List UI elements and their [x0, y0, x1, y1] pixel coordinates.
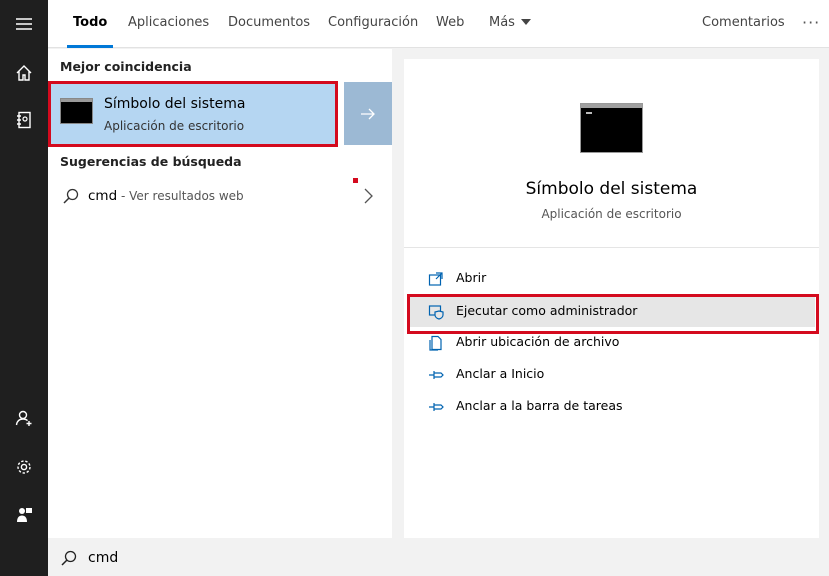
preview-header: Símbolo del sistema Aplicación de escrit… — [404, 59, 819, 248]
suggestion-text: cmd - Ver resultados web — [88, 188, 244, 204]
pin-icon — [429, 403, 444, 411]
tab-todo[interactable]: Todo — [66, 0, 114, 48]
feedback-person-icon[interactable] — [0, 495, 48, 535]
preview-title: Símbolo del sistema — [525, 179, 698, 199]
open-window-icon — [428, 272, 443, 286]
chevron-right-icon[interactable] — [362, 187, 374, 205]
suggestion-query: cmd — [88, 188, 118, 204]
settings-gear-icon[interactable] — [0, 447, 48, 487]
action-open[interactable]: Abrir — [410, 264, 815, 294]
action-pin-to-taskbar[interactable]: Anclar a la barra de tareas — [410, 392, 815, 422]
best-match-subtitle: Aplicación de escritorio — [104, 119, 245, 133]
action-pin-to-start-label: Anclar a Inicio — [456, 366, 545, 381]
action-run-as-admin-label: Ejecutar como administrador — [456, 303, 638, 318]
chevron-down-icon — [520, 18, 531, 25]
pin-icon — [429, 371, 444, 379]
command-prompt-icon-large — [580, 103, 643, 153]
action-pin-to-start[interactable]: Anclar a Inicio — [410, 360, 815, 390]
best-match-heading: Mejor coincidencia — [60, 59, 192, 74]
tab-mas[interactable]: Más — [489, 0, 531, 48]
preview-subtitle: Aplicación de escritorio — [541, 207, 682, 221]
hamburger-menu-icon[interactable] — [0, 4, 48, 44]
left-rail — [0, 0, 48, 576]
search-icon — [61, 550, 77, 566]
more-options-icon[interactable]: ··· — [802, 13, 820, 32]
notebook-icon[interactable] — [0, 100, 48, 140]
search-input[interactable]: cmd — [88, 550, 118, 566]
search-box[interactable]: cmd — [48, 538, 829, 576]
tab-documentos[interactable]: Documentos — [228, 0, 310, 48]
file-location-icon — [429, 335, 442, 351]
tab-configuracion[interactable]: Configuración — [328, 0, 418, 48]
suggestion-hint: - Ver resultados web — [117, 189, 244, 203]
results-pane: Mejor coincidencia Símbolo del sistema A… — [48, 49, 392, 538]
home-icon[interactable] — [0, 53, 48, 93]
suggestions-heading: Sugerencias de búsqueda — [60, 154, 242, 169]
search-icon — [63, 188, 79, 204]
action-pin-to-taskbar-label: Anclar a la barra de tareas — [456, 398, 623, 413]
preview-pane: Símbolo del sistema Aplicación de escrit… — [404, 59, 819, 538]
best-match-item[interactable]: Símbolo del sistema Aplicación de escrit… — [49, 82, 338, 145]
shield-admin-icon — [428, 305, 444, 320]
suggestion-item[interactable]: cmd - Ver resultados web — [48, 179, 392, 213]
search-scope-tabs: Todo Aplicaciones Documentos Configuraci… — [48, 0, 829, 48]
best-match-title: Símbolo del sistema — [104, 96, 246, 112]
action-open-file-location-label: Abrir ubicación de archivo — [456, 334, 620, 349]
account-icon[interactable] — [0, 398, 48, 438]
command-prompt-icon — [60, 98, 93, 124]
tab-web[interactable]: Web — [436, 0, 464, 48]
action-open-file-location[interactable]: Abrir ubicación de archivo — [410, 328, 815, 358]
action-open-label: Abrir — [456, 270, 487, 285]
feedback-link[interactable]: Comentarios — [702, 0, 785, 48]
tab-mas-label: Más — [489, 15, 515, 30]
tab-aplicaciones[interactable]: Aplicaciones — [128, 0, 209, 48]
action-run-as-admin[interactable]: Ejecutar como administrador — [410, 297, 815, 327]
expand-details-button[interactable] — [344, 82, 392, 145]
arrow-right-icon — [361, 108, 375, 119]
